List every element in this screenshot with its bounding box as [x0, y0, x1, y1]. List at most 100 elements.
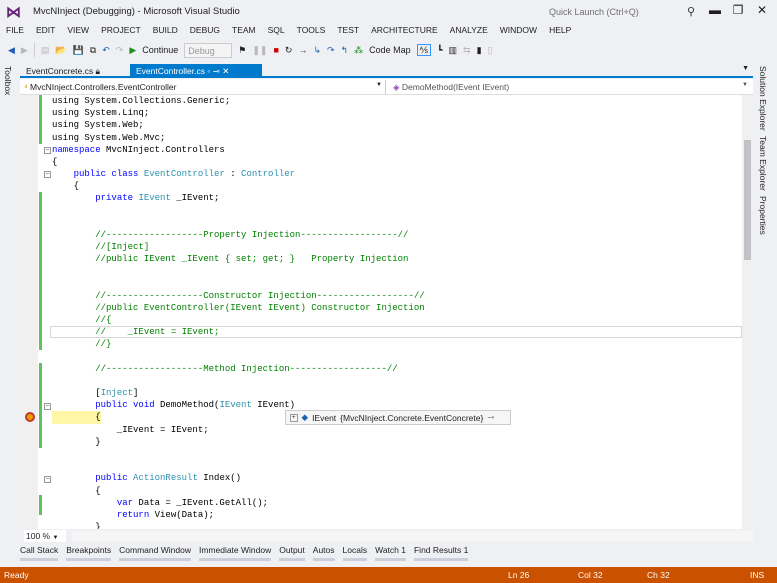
code-line: namespace MvcNInject.Controllers [52, 144, 425, 156]
code-line: using System.Collections.Generic; [52, 95, 425, 107]
tool-tab-locals[interactable]: Locals [342, 545, 368, 561]
next-bookmark-icon[interactable]: ▯ [488, 45, 493, 56]
title-bar: ⋈ MvcNInject (Debugging) - Microsoft Vis… [0, 0, 777, 22]
code-token: } [52, 522, 101, 529]
menu-build[interactable]: BUILD [147, 24, 184, 38]
menu-tools[interactable]: TOOLS [291, 24, 332, 38]
menu-architecture[interactable]: ARCHITECTURE [365, 24, 444, 38]
team-explorer-tab[interactable]: Team Explorer [758, 136, 768, 191]
tool-tab-immediate-window[interactable]: Immediate Window [198, 545, 272, 561]
datatip[interactable]: + ◆ IEvent {MvcNInject.Concrete.EventCon… [285, 410, 511, 425]
expand-icon[interactable]: + [290, 413, 298, 422]
continue-button[interactable]: Continue [142, 45, 178, 55]
step-over-icon[interactable]: ↷ [327, 45, 335, 56]
menu-test[interactable]: TEST [331, 24, 365, 38]
pause-icon[interactable]: ❚❚ [252, 45, 267, 56]
status-bar: Ready Ln 26 Col 32 Ch 32 INS [0, 567, 777, 583]
code-token: //{ [52, 315, 112, 326]
step-out-icon[interactable]: ↰ [341, 45, 349, 56]
close-tab-icon[interactable]: ✕ [222, 66, 229, 76]
tool-tab-output[interactable]: Output [279, 545, 305, 561]
tool-tab-command-window[interactable]: Command Window [119, 545, 191, 561]
zoom-select[interactable]: 100 % ▼ [24, 530, 66, 542]
code-text[interactable]: using System.Collections.Generic; using S… [52, 95, 425, 529]
toolbox-tab[interactable]: Toolbox [3, 66, 13, 95]
code-token: namespace [52, 144, 101, 155]
save-all-icon[interactable]: ⧉ [90, 45, 96, 56]
collapse-icon[interactable]: − [44, 147, 51, 154]
horizontal-scrollbar[interactable] [72, 531, 753, 541]
restart-icon[interactable]: ↻ [285, 45, 293, 56]
forward-icon[interactable]: ▶ [21, 45, 28, 56]
code-editor[interactable]: − − − − using System.Collections.Generic… [20, 95, 742, 529]
save-icon[interactable]: 💾 [73, 45, 84, 56]
code-line: //{ [52, 314, 425, 326]
type-name: MvcNInject.Controllers.EventController [30, 82, 177, 92]
minimize-button[interactable]: ▬ [705, 3, 725, 17]
lock-icon: 🔒︎ [95, 66, 100, 76]
properties-tab[interactable]: Properties [758, 196, 768, 235]
tool-tab-call-stack[interactable]: Call Stack [20, 545, 59, 561]
comment-icon[interactable]: ⇆ [463, 45, 471, 56]
stop-icon[interactable]: ■ [273, 45, 278, 55]
configuration-select[interactable]: Debug [184, 42, 233, 58]
tool-tab-breakpoints[interactable]: Breakpoints [66, 545, 112, 561]
solution-explorer-tab[interactable]: Solution Explorer [758, 66, 768, 131]
tab-eventcontroller[interactable]: EventController.cs ▫ ⊸ ✕ [130, 64, 262, 78]
code-token: private [95, 193, 139, 204]
bookmark-icon[interactable]: ▮ [477, 45, 482, 56]
type-dropdown[interactable]: ⁴ MvcNInject.Controllers.EventController… [20, 80, 386, 94]
menu-help[interactable]: HELP [543, 24, 577, 38]
pin-icon[interactable]: ⊸ [487, 412, 494, 423]
close-button[interactable]: ✕ [752, 3, 772, 17]
stack-icon[interactable]: ▥ [449, 45, 458, 56]
back-icon[interactable]: ◀ [8, 45, 15, 56]
collapse-icon[interactable]: − [44, 476, 51, 483]
breakpoint-current-statement-icon[interactable] [25, 412, 35, 422]
code-line: [Inject] [52, 387, 425, 399]
class-icon: ⁴ [24, 82, 28, 92]
menu-file[interactable]: FILE [0, 24, 30, 38]
menu-edit[interactable]: EDIT [30, 24, 61, 38]
continue-icon: ▶ [129, 44, 137, 55]
new-project-icon[interactable]: ▤ [41, 45, 50, 56]
code-token: IEvent) [251, 400, 296, 411]
code-token: ] [133, 388, 139, 399]
status-mode: INS [750, 570, 765, 580]
status-line: Ln 26 [508, 570, 530, 580]
scrollbar-thumb[interactable] [744, 140, 751, 260]
menu-view[interactable]: VIEW [61, 24, 95, 38]
pin-icon[interactable]: ⊸ [213, 66, 220, 76]
step-into-icon[interactable]: ↳ [313, 45, 321, 56]
redo-icon[interactable]: ↷ [116, 45, 124, 56]
collapse-icon[interactable]: − [44, 403, 51, 410]
show-next-statement-icon[interactable]: → [298, 45, 307, 55]
tool-tab-watch-1[interactable]: Watch 1 [375, 545, 406, 561]
menu-window[interactable]: WINDOW [494, 24, 543, 38]
tab-dropdown-icon[interactable]: ▼ [742, 65, 749, 72]
restore-button[interactable]: ❐ [728, 3, 748, 17]
menu-debug[interactable]: DEBUG [184, 24, 226, 38]
undo-icon[interactable]: ↶ [102, 45, 110, 56]
code-line: { [52, 156, 425, 168]
code-map-button[interactable]: Code Map [369, 45, 411, 55]
tab-eventconcrete[interactable]: EventConcrete.cs 🔒︎ [20, 64, 128, 78]
tool-tab-autos[interactable]: Autos [312, 545, 335, 561]
open-file-icon[interactable]: 📂 [55, 45, 66, 56]
navigation-bar: ⁴ MvcNInject.Controllers.EventController… [20, 79, 753, 95]
threads-icon[interactable]: ┗ [437, 45, 442, 56]
menu-team[interactable]: TEAM [226, 24, 262, 38]
menu-sql[interactable]: SQL [262, 24, 291, 38]
quick-launch-input[interactable]: Quick Launch (Ctrl+Q) ⚲ [545, 3, 700, 19]
window-title: MvcNInject (Debugging) - Microsoft Visua… [33, 6, 240, 17]
code-line: //[Inject] [52, 241, 425, 253]
collapse-icon[interactable]: − [44, 171, 51, 178]
attach-icon[interactable]: ⚑ [238, 45, 246, 56]
hex-display-icon[interactable]: ⅍ [416, 44, 432, 56]
menu-project[interactable]: PROJECT [95, 24, 147, 38]
code-token: { [52, 181, 80, 192]
member-dropdown[interactable]: ◈ DemoMethod(IEvent IEvent) ▼ [389, 80, 751, 94]
menu-analyze[interactable]: ANALYZE [444, 24, 494, 38]
tool-tab-find-results-1[interactable]: Find Results 1 [413, 545, 469, 561]
code-line: using System.Linq; [52, 107, 425, 119]
